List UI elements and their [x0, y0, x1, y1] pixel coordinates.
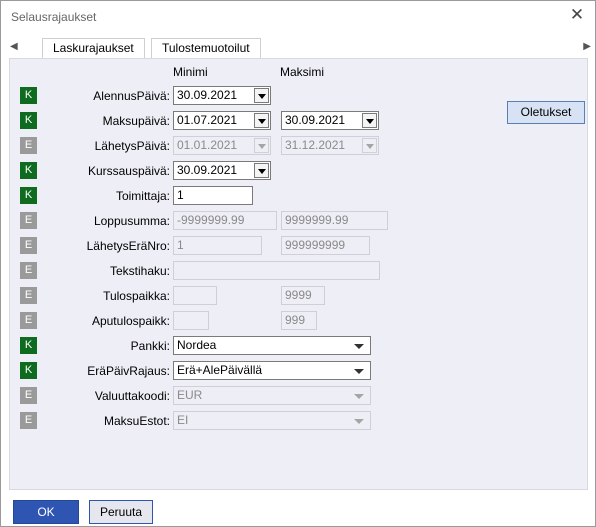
row-status-badge[interactable]: K: [20, 162, 37, 179]
tekstihaku-input: [173, 261, 380, 280]
tulospaikka-min-input: [173, 286, 217, 305]
aputulospaikka-min-input: [173, 311, 209, 330]
erapaivrajaus-select[interactable]: Erä+AlePäivällä: [173, 361, 371, 380]
tulospaikka-max-input: 9999: [281, 286, 325, 305]
row-status-badge[interactable]: E: [20, 312, 37, 329]
row-label: Aputulospaikk:: [91, 314, 170, 328]
row-status-badge[interactable]: E: [20, 237, 37, 254]
lahetyspaiva-max-date: 31.12.2021: [281, 136, 379, 155]
dropdown-arrow-icon[interactable]: [354, 344, 364, 349]
field-value: 01.07.2021: [177, 113, 238, 127]
row-label: MaksuEstot:: [103, 414, 170, 428]
field-value: 30.09.2021: [285, 113, 346, 127]
row-status-badge[interactable]: E: [20, 262, 37, 279]
tab-scroll-left-icon[interactable]: ◀: [10, 41, 18, 52]
field-value: 01.01.2021: [177, 138, 238, 152]
field-value: 31.12.2021: [285, 138, 346, 152]
row-status-badge[interactable]: E: [20, 287, 37, 304]
loppusumma-max-input: 9999999.99: [281, 211, 388, 230]
title-bar: Selausrajaukset ✕: [1, 1, 595, 31]
calendar-dropdown-icon: [362, 138, 377, 153]
tab-bar: ◀ Laskurajaukset Tulostemuotoilut ▶: [1, 35, 595, 59]
row-label: Kurssauspäivä:: [87, 164, 170, 178]
calendar-dropdown-icon[interactable]: [254, 88, 269, 103]
field-value: 30.09.2021: [177, 88, 238, 102]
calendar-dropdown-icon[interactable]: [362, 113, 377, 128]
toimittaja-input[interactable]: 1: [173, 186, 253, 205]
criteria-panel: Minimi Maksimi Oletukset K AlennusPäivä:…: [9, 58, 588, 490]
row-label: Valuuttakoodi:: [94, 389, 170, 403]
column-header-min: Minimi: [173, 65, 208, 79]
dialog-footer: OK Peruuta: [1, 491, 595, 526]
aputulospaikka-max-input: 999: [281, 311, 317, 330]
tab-tulostemuotoilut[interactable]: Tulostemuotoilut: [151, 38, 261, 59]
maksupaiva-min-date[interactable]: 01.07.2021: [173, 111, 271, 130]
column-header-max: Maksimi: [280, 65, 324, 79]
pankki-select[interactable]: Nordea: [173, 336, 371, 355]
field-value: EI: [177, 413, 189, 427]
row-label: EräPäivRajaus:: [87, 364, 170, 378]
lahetyseranro-min-input: 1: [173, 236, 262, 255]
calendar-dropdown-icon[interactable]: [254, 163, 269, 178]
row-status-badge[interactable]: E: [20, 387, 37, 404]
row-label: Tulospaikka:: [103, 289, 170, 303]
lahetyseranro-max-input: 999999999: [281, 236, 370, 255]
calendar-dropdown-icon[interactable]: [254, 113, 269, 128]
lahetyspaiva-min-date: 01.01.2021: [173, 136, 271, 155]
calendar-dropdown-icon: [254, 138, 269, 153]
row-label: Toimittaja:: [115, 189, 170, 203]
loppusumma-min-input: -9999999.99: [173, 211, 277, 230]
row-label: Tekstihaku:: [109, 264, 170, 278]
cancel-button[interactable]: Peruuta: [89, 500, 153, 524]
row-status-badge[interactable]: K: [20, 362, 37, 379]
tab-laskurajaukset[interactable]: Laskurajaukset: [42, 38, 145, 59]
row-status-badge[interactable]: E: [20, 137, 37, 154]
tab-scroll-right-icon[interactable]: ▶: [583, 41, 591, 52]
field-value: 30.09.2021: [177, 163, 238, 177]
row-status-badge[interactable]: K: [20, 87, 37, 104]
field-value: Erä+AlePäivällä: [177, 363, 263, 377]
ok-button[interactable]: OK: [13, 500, 79, 524]
row-status-badge[interactable]: E: [20, 212, 37, 229]
field-value: Nordea: [177, 338, 217, 352]
defaults-button[interactable]: Oletukset: [507, 101, 585, 124]
kurssauspaiva-min-date[interactable]: 30.09.2021: [173, 161, 271, 180]
valuuttakoodi-select: EUR: [173, 386, 371, 405]
alennuspaiva-min-date[interactable]: 30.09.2021: [173, 86, 271, 105]
maksuestot-select: EI: [173, 411, 371, 430]
field-value: EUR: [177, 388, 203, 402]
row-status-badge[interactable]: K: [20, 112, 37, 129]
dropdown-arrow-icon: [354, 419, 364, 424]
row-label: LähetysEräNro:: [86, 239, 170, 253]
row-status-badge[interactable]: K: [20, 187, 37, 204]
row-status-badge[interactable]: E: [20, 412, 37, 429]
row-label: Pankki:: [130, 339, 170, 353]
window-title: Selausrajaukset: [11, 10, 97, 24]
dropdown-arrow-icon[interactable]: [354, 369, 364, 374]
dropdown-arrow-icon: [354, 394, 364, 399]
row-label: AlennusPäivä:: [93, 89, 170, 103]
row-label: Loppusumma:: [93, 214, 170, 228]
row-label: Maksupäivä:: [102, 114, 170, 128]
row-label: LähetysPäivä:: [94, 139, 170, 153]
dialog-window: Selausrajaukset ✕ ◀ Laskurajaukset Tulos…: [0, 0, 596, 527]
close-icon[interactable]: ✕: [568, 6, 586, 24]
row-status-badge[interactable]: K: [20, 337, 37, 354]
maksupaiva-max-date[interactable]: 30.09.2021: [281, 111, 379, 130]
